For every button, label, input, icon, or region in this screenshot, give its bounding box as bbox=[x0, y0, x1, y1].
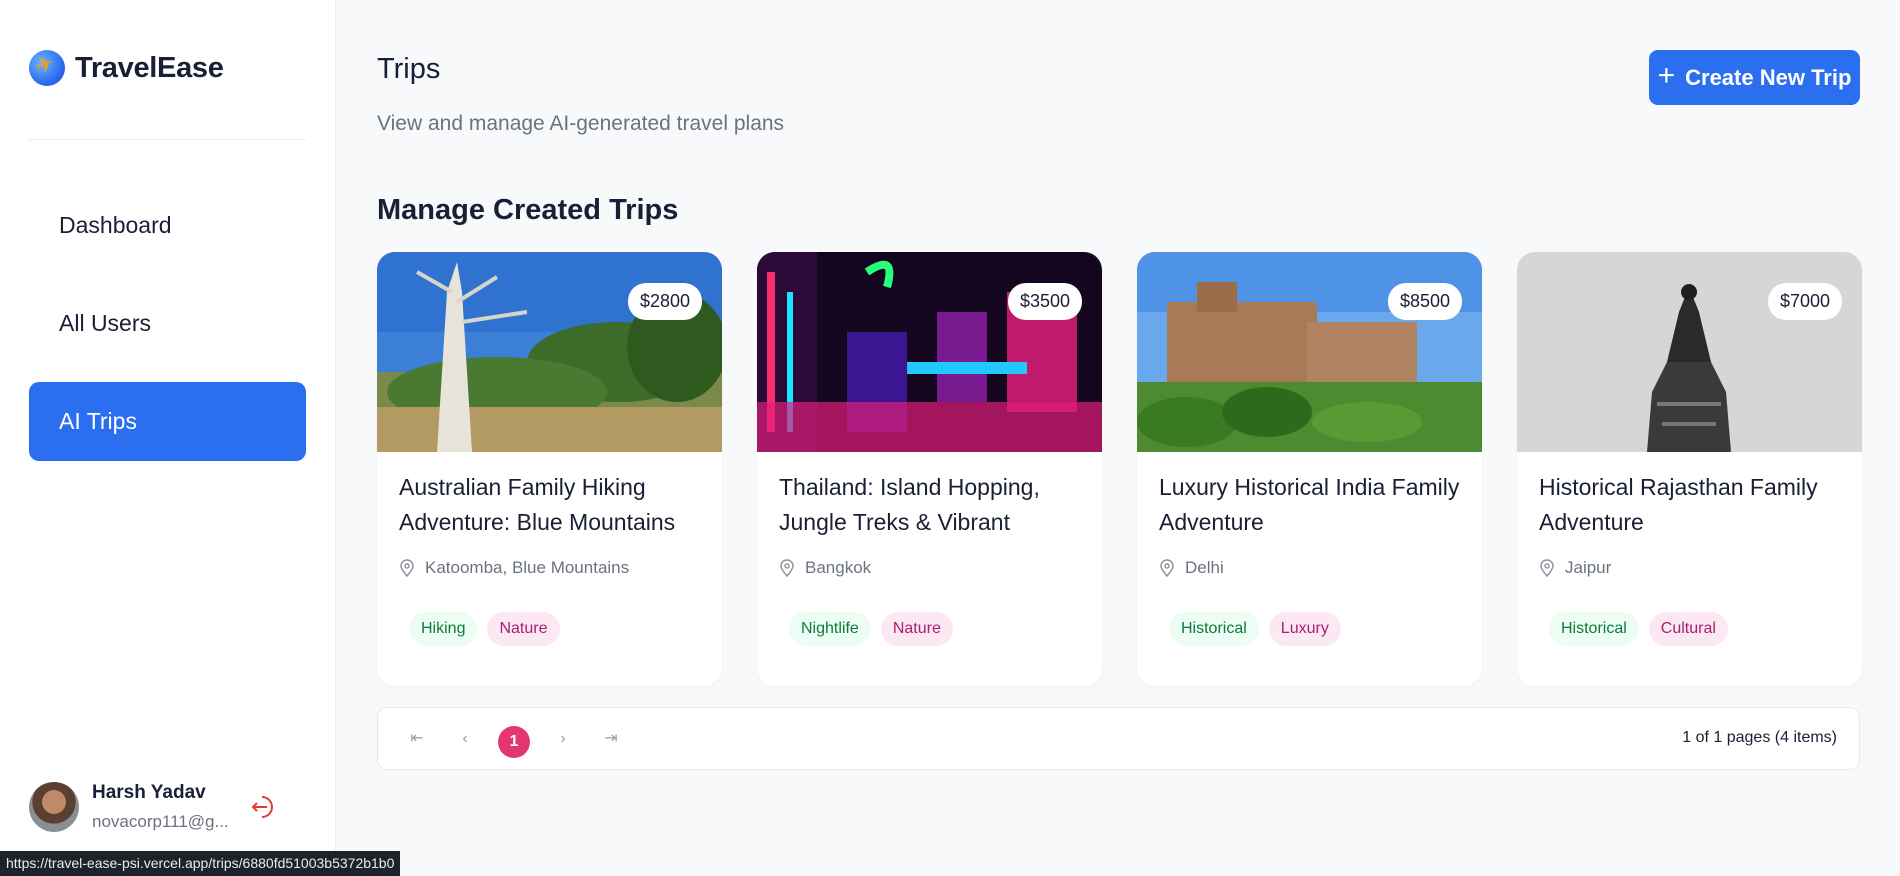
trip-title: Historical Rajasthan Family Adventure bbox=[1539, 474, 1818, 535]
location-pin-icon bbox=[400, 559, 414, 577]
user-email: novacorp111@g... bbox=[92, 812, 229, 831]
trip-card[interactable]: $8500 Luxury Historical India Family Adv… bbox=[1137, 252, 1482, 686]
trip-title: Australian Family Hiking Adventure: Blue… bbox=[399, 474, 676, 535]
last-page-icon[interactable]: ⇥ bbox=[598, 726, 624, 752]
prev-page-icon[interactable]: ‹ bbox=[452, 726, 478, 752]
tag: Historical bbox=[1169, 612, 1259, 646]
price-badge: $7000 bbox=[1767, 283, 1842, 320]
trip-card[interactable]: $2800 Australian Family Hiking Adventure… bbox=[377, 252, 722, 686]
first-page-icon[interactable]: ⇤ bbox=[404, 726, 430, 752]
pagination-info: 1 of 1 pages (4 items) bbox=[1682, 729, 1837, 746]
trip-cards: $2800 Australian Family Hiking Adventure… bbox=[377, 252, 1862, 686]
trip-location-text: Delhi bbox=[1185, 558, 1224, 577]
sidebar-item-ai-trips[interactable]: AI Trips bbox=[29, 382, 306, 461]
sidebar-item-all-users[interactable]: All Users bbox=[29, 284, 306, 363]
trip-location-text: Katoomba, Blue Mountains bbox=[425, 558, 630, 577]
trip-location: Katoomba, Blue Mountains bbox=[399, 558, 700, 578]
divider bbox=[29, 139, 306, 140]
user-profile: Harsh Yadav novacorp111@g... bbox=[29, 782, 273, 832]
tag: Nature bbox=[880, 612, 953, 646]
globe-plane-logo-icon bbox=[29, 50, 65, 86]
page-button-current[interactable]: 1 bbox=[498, 726, 530, 758]
trip-image: $2800 bbox=[377, 252, 722, 452]
trip-location: Jaipur bbox=[1539, 558, 1840, 578]
trip-tags: Nightlife Nature bbox=[779, 612, 1080, 646]
location-pin-icon bbox=[1540, 559, 1554, 577]
tag: Historical bbox=[1549, 612, 1639, 646]
sidebar-item-dashboard[interactable]: Dashboard bbox=[29, 186, 306, 265]
trip-tags: Hiking Nature bbox=[399, 612, 700, 646]
trip-image: $7000 bbox=[1517, 252, 1862, 452]
user-info: Harsh Yadav novacorp111@g... bbox=[92, 782, 229, 832]
user-name: Harsh Yadav bbox=[92, 782, 206, 803]
trip-image: $8500 bbox=[1137, 252, 1482, 452]
pagination: ⇤ ‹ 1 › ⇥ 1 of 1 pages (4 items) bbox=[377, 707, 1860, 770]
trip-card[interactable]: $3500 Thailand: Island Hopping, Jungle T… bbox=[757, 252, 1102, 686]
brand-name: TravelEase bbox=[75, 51, 224, 84]
trip-location: Bangkok bbox=[779, 558, 1080, 578]
sidebar: TravelEase Dashboard All Users AI Trips … bbox=[0, 0, 336, 876]
tag: Hiking bbox=[409, 612, 478, 646]
sidebar-nav: Dashboard All Users AI Trips bbox=[29, 186, 306, 480]
brand[interactable]: TravelEase bbox=[29, 50, 224, 86]
price-badge: $8500 bbox=[1387, 283, 1462, 320]
trip-image: $3500 bbox=[757, 252, 1102, 452]
trip-tags: Historical Cultural bbox=[1539, 612, 1840, 646]
next-page-icon[interactable]: › bbox=[550, 726, 576, 752]
price-badge: $3500 bbox=[1007, 283, 1082, 320]
section-title: Manage Created Trips bbox=[377, 194, 679, 226]
location-pin-icon bbox=[780, 559, 794, 577]
tag: Nature bbox=[487, 612, 560, 646]
tag: Cultural bbox=[1648, 612, 1728, 646]
status-bar-url: https://travel-ease-psi.vercel.app/trips… bbox=[0, 851, 401, 876]
trip-location-text: Bangkok bbox=[805, 558, 872, 577]
price-badge: $2800 bbox=[627, 283, 702, 320]
trip-title: Luxury Historical India Family Adventure bbox=[1159, 474, 1460, 535]
page-title: Trips bbox=[377, 53, 441, 85]
trip-location: Delhi bbox=[1159, 558, 1460, 578]
tag: Nightlife bbox=[789, 612, 871, 646]
page-subtitle: View and manage AI-generated travel plan… bbox=[377, 112, 785, 135]
avatar[interactable] bbox=[29, 782, 79, 832]
location-pin-icon bbox=[1160, 559, 1174, 577]
create-new-trip-label: Create New Trip bbox=[1685, 64, 1852, 90]
trip-tags: Historical Luxury bbox=[1159, 612, 1460, 646]
logout-icon[interactable] bbox=[249, 792, 279, 822]
tag: Luxury bbox=[1268, 612, 1341, 646]
create-new-trip-button[interactable]: + Create New Trip bbox=[1649, 50, 1860, 105]
trip-card[interactable]: $7000 Historical Rajasthan Family Advent… bbox=[1517, 252, 1862, 686]
trip-title: Thailand: Island Hopping, Jungle Treks &… bbox=[779, 474, 1040, 535]
plus-icon: + bbox=[1657, 59, 1676, 92]
trip-location-text: Jaipur bbox=[1565, 558, 1612, 577]
